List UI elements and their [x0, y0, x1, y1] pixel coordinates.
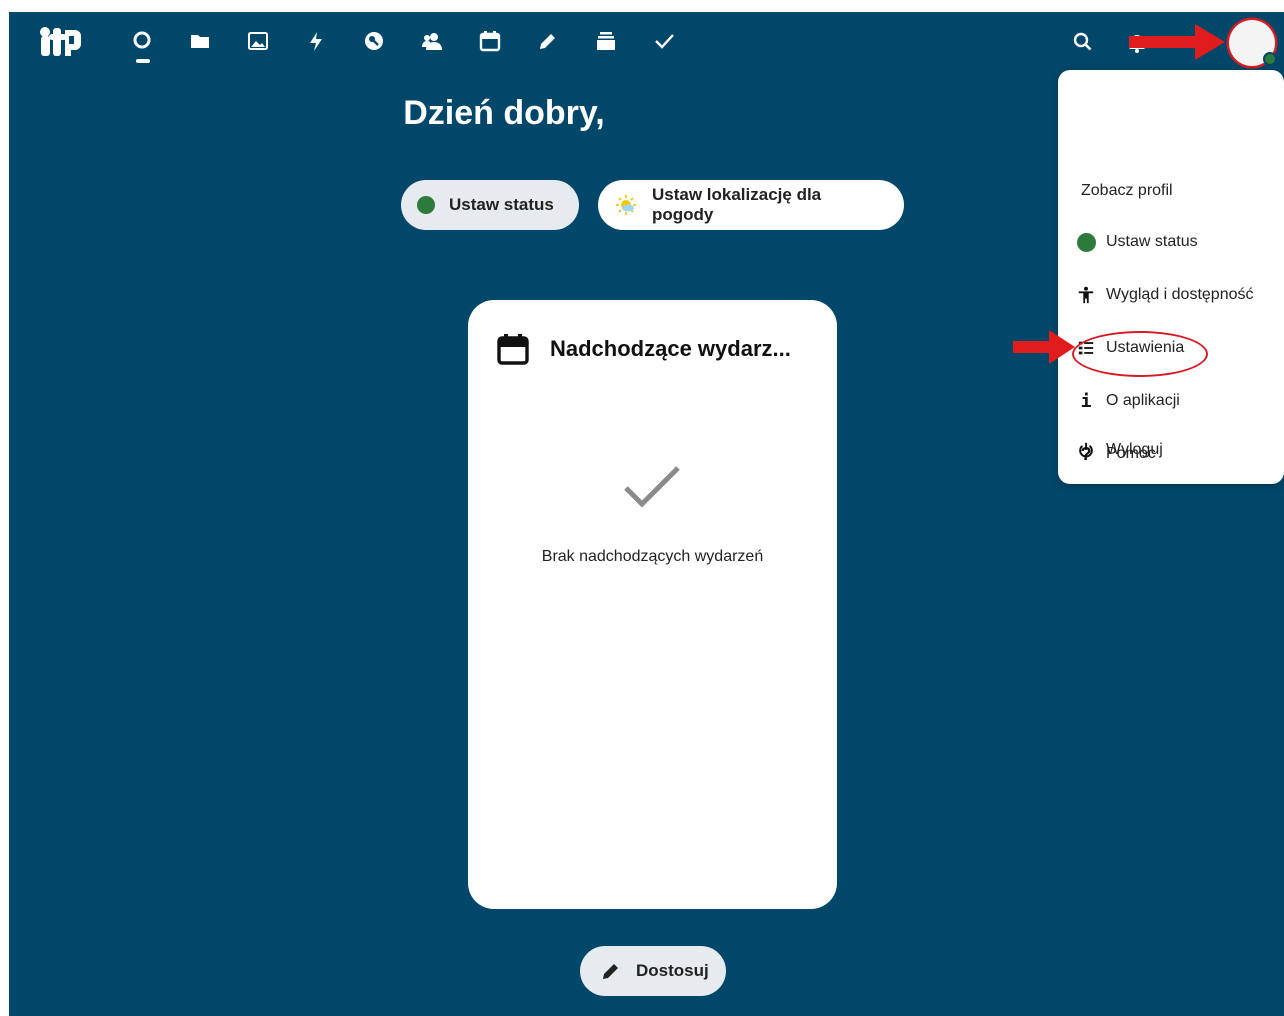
dashboard-page: Dzień dobry, Ustaw status Ustaw lokaliza… [9, 12, 1284, 1016]
active-app-indicator [136, 59, 150, 63]
set-status-button[interactable]: Ustaw status [401, 180, 579, 230]
upcoming-events-widget: Nadchodzące wydarz... Brak nadchodzących… [468, 300, 837, 909]
dashboard-icon[interactable] [129, 28, 155, 54]
menu-item-label: Ustaw status [1106, 233, 1198, 250]
status-dot-icon [417, 196, 435, 214]
files-icon[interactable] [187, 28, 213, 54]
deck-icon[interactable] [593, 28, 619, 54]
avatar-status-dot [1263, 52, 1277, 66]
menu-item-logout[interactable]: Wyloguj [1058, 430, 1284, 470]
customize-label: Dostosuj [636, 961, 709, 980]
contacts-icon[interactable] [419, 28, 445, 54]
power-icon [1076, 440, 1096, 460]
set-status-label: Ustaw status [449, 195, 554, 214]
menu-item-label: Wyloguj [1106, 441, 1163, 458]
weather-sun-icon [614, 193, 638, 217]
info-icon: i [1080, 390, 1092, 412]
calendar-icon [496, 332, 530, 366]
annotation-arrow-icon [1129, 24, 1225, 60]
menu-item-appearance[interactable]: Wygląd i dostępność [1058, 275, 1284, 315]
calendar-icon[interactable] [477, 28, 503, 54]
photos-icon[interactable] [245, 28, 271, 54]
set-weather-location-button[interactable]: Ustaw lokalizację dla pogody [598, 180, 904, 230]
menu-item-set-status[interactable]: Ustaw status [1058, 222, 1284, 262]
menu-item-about[interactable]: i O aplikacji [1058, 381, 1284, 421]
user-menu: Zobacz profil Ustaw status Wygląd i dost… [1058, 70, 1284, 484]
widget-empty-message: Brak nadchodzących wydarzeń [541, 548, 764, 565]
search-icon[interactable] [1071, 30, 1095, 54]
accessibility-icon [1076, 285, 1096, 305]
view-profile-link[interactable]: Zobacz profil [1081, 182, 1173, 200]
weather-label: Ustaw lokalizację dla pogody [652, 185, 822, 224]
greeting-title: Dzień dobry, [403, 94, 605, 132]
notes-icon[interactable] [535, 28, 561, 54]
passwords-icon[interactable] [361, 28, 387, 54]
menu-item-label: O aplikacji [1106, 392, 1180, 409]
customize-button[interactable]: Dostosuj [580, 946, 726, 996]
pencil-icon [600, 960, 622, 982]
widget-header: Nadchodzące wydarz... [496, 332, 791, 366]
menu-item-label: Wygląd i dostępność [1106, 286, 1254, 303]
user-avatar[interactable] [1229, 20, 1277, 66]
annotation-highlight-ring [1072, 331, 1208, 377]
widget-title[interactable]: Nadchodzące wydarz... [550, 336, 791, 362]
activity-icon[interactable] [303, 28, 329, 54]
status-dot-icon [1076, 232, 1096, 252]
annotation-arrow-icon [1013, 330, 1075, 364]
checkmark-icon [624, 466, 680, 508]
top-header [9, 12, 1284, 72]
tasks-icon[interactable] [651, 28, 677, 54]
logo-icon[interactable] [35, 24, 85, 60]
